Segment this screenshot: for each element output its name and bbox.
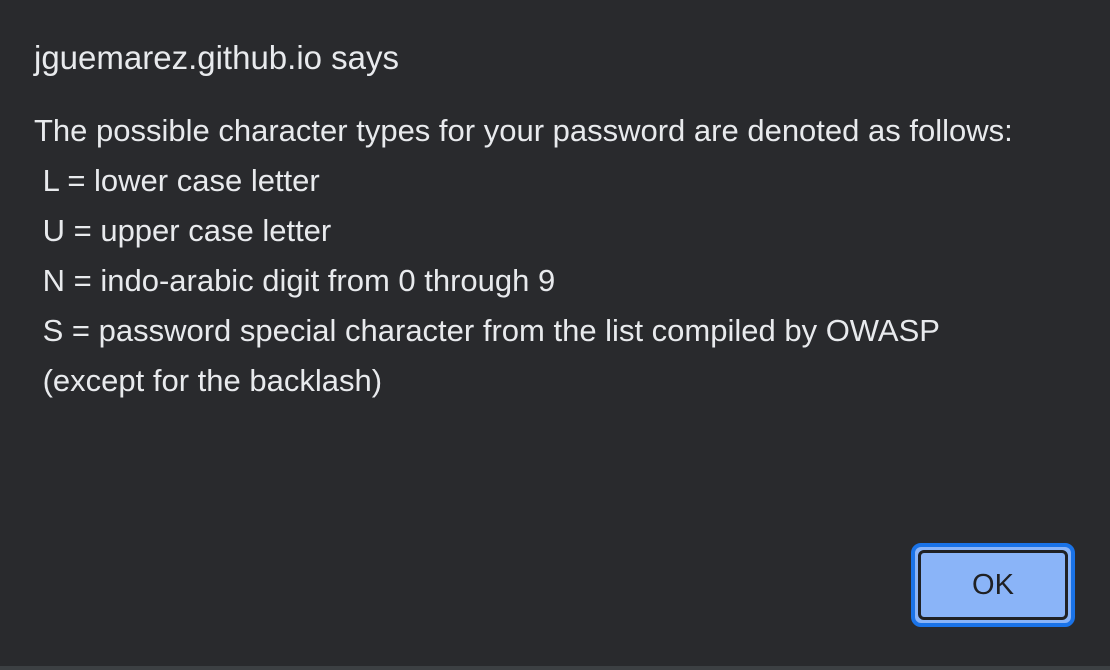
message-line-uppercase: U = upper case letter xyxy=(34,213,332,248)
dialog-message: The possible character types for your pa… xyxy=(34,106,1094,406)
message-line-exception: (except for the backlash) xyxy=(34,363,383,398)
ok-button-label: OK xyxy=(918,550,1068,620)
alert-dialog: jguemarez.github.io says The possible ch… xyxy=(0,0,1110,670)
message-line-special: S = password special character from the … xyxy=(34,313,940,348)
ok-button[interactable]: OK xyxy=(911,543,1075,627)
message-line-lowercase: L = lower case letter xyxy=(34,163,320,198)
dialog-title: jguemarez.github.io says xyxy=(34,39,400,76)
message-line-intro: The possible character types for your pa… xyxy=(34,113,1013,148)
message-line-digit: N = indo-arabic digit from 0 through 9 xyxy=(34,263,556,298)
dialog-bottom-edge xyxy=(0,666,1110,670)
